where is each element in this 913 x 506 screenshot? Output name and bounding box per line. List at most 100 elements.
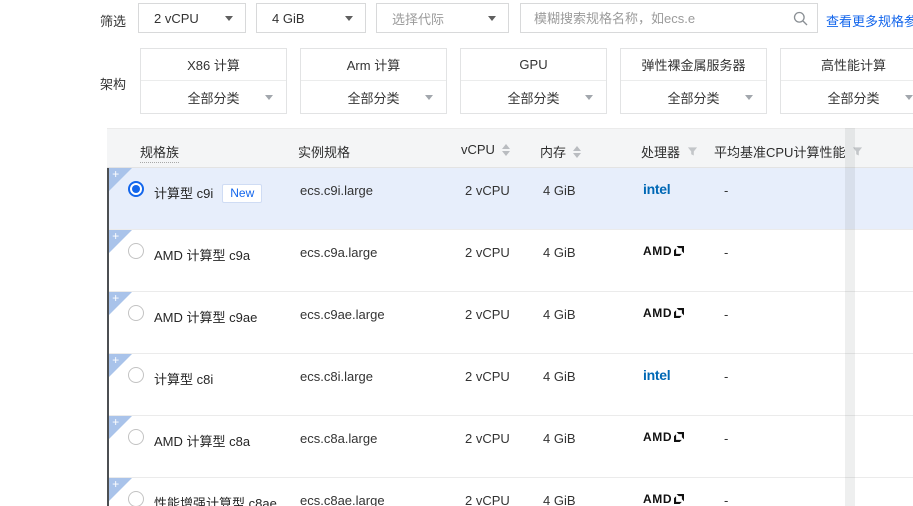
radio-c9ae[interactable] [128, 305, 144, 321]
search-icon[interactable] [793, 11, 808, 26]
memory-value: 4 GiB [543, 431, 576, 446]
vcpu-value: 2 vCPU [465, 369, 510, 384]
vcpu-value: 2 vCPU [465, 245, 510, 260]
sort-icon[interactable] [501, 143, 510, 156]
caret-down-icon [225, 15, 233, 21]
radio-c8ae[interactable] [128, 491, 144, 506]
filter-funnel-icon[interactable] [687, 146, 698, 157]
col-header-processor: 处理器 [641, 142, 698, 161]
vcpu-dropdown[interactable]: 2 vCPU [138, 3, 246, 33]
spec-value: ecs.c8a.large [300, 431, 378, 446]
baseline-value: - [724, 369, 729, 384]
table-row-c8a[interactable]: AMD 计算型 c8a ecs.c8a.large 2 vCPU 4 GiB A… [109, 415, 913, 478]
family-label: AMD 计算型 c9ae [154, 310, 258, 325]
filter-label: 筛选 [100, 14, 127, 29]
amd-arrow-icon [674, 494, 685, 504]
scrollbar-track[interactable] [845, 128, 855, 506]
view-more-specs-link[interactable]: 查看更多规格参数 [826, 11, 913, 30]
table-row-c8ae[interactable]: 性能增强计算型 c8ae ecs.c8ae.large 2 vCPU 4 GiB… [109, 477, 913, 506]
col-header-baseline: 平均基准CPU计算性能 [714, 142, 863, 161]
arch-card-hpc: 高性能计算 全部分类 [780, 48, 913, 114]
amd-logo: AMD [643, 430, 685, 444]
memory-value: 4 GiB [543, 493, 576, 506]
arch-category-value: 全部分类 [187, 91, 240, 106]
baseline-value: - [724, 307, 729, 322]
table-body: 计算型 c9iNew ecs.c9i.large 2 vCPU 4 GiB in… [107, 167, 913, 506]
arch-tab-x86[interactable]: X86 计算 [141, 49, 286, 81]
arch-card-baremetal: 弹性裸金属服务器 全部分类 [620, 48, 767, 114]
family-label: 计算型 c8i [154, 372, 214, 387]
family-label: 性能增强计算型 c8ae [154, 493, 277, 506]
caret-down-icon [345, 15, 353, 21]
new-badge: New [222, 184, 263, 203]
arch-category-value: 全部分类 [827, 91, 880, 106]
vcpu-value: 2 vCPU [465, 493, 510, 506]
vcpu-value: 2 vCPU [465, 183, 510, 198]
search-input[interactable] [521, 10, 793, 26]
col-header-family: 规格族 [140, 142, 180, 163]
radio-c9a[interactable] [128, 243, 144, 259]
arch-category-dropdown[interactable]: 全部分类 [141, 81, 286, 114]
arch-category-value: 全部分类 [347, 91, 400, 106]
spec-value: ecs.c8i.large [300, 369, 373, 384]
amd-logo: AMD [643, 306, 685, 320]
generation-dropdown[interactable]: 选择代际 [376, 3, 509, 33]
instance-type-picker: 筛选 2 vCPU 4 GiB 选择代际 查看更多规格参数 架构 X86 计算 … [0, 0, 913, 506]
memory-dropdown[interactable]: 4 GiB [256, 3, 366, 33]
table-row-c8i[interactable]: 计算型 c8i ecs.c8i.large 2 vCPU 4 GiB intel… [109, 353, 913, 416]
architecture-label: 架构 [100, 77, 127, 92]
spec-value: ecs.c9i.large [300, 183, 373, 198]
spec-table: 规格族 实例规格 vCPU 内存 处理器 平均基准CPU计算性能 + 计算型 c… [107, 128, 913, 506]
intel-logo: intel [643, 181, 671, 197]
vcpu-value: 2 vCPU [465, 307, 510, 322]
spec-search-box [520, 3, 818, 33]
arch-category-dropdown[interactable]: 全部分类 [461, 81, 606, 114]
amd-arrow-icon [674, 432, 685, 442]
baseline-value: - [724, 245, 729, 260]
arch-category-dropdown[interactable]: 全部分类 [301, 81, 446, 114]
memory-value: 4 GiB [543, 245, 576, 260]
intel-logo: intel [643, 367, 671, 383]
vcpu-value: 2 vCPU [465, 431, 510, 446]
arch-category-value: 全部分类 [667, 91, 720, 106]
memory-value: 4 GiB [543, 369, 576, 384]
memory-dropdown-value: 4 GiB [272, 10, 305, 26]
arch-card-gpu: GPU 全部分类 [460, 48, 607, 114]
table-row-c9ae[interactable]: AMD 计算型 c9ae ecs.c9ae.large 2 vCPU 4 GiB… [109, 291, 913, 354]
arch-card-x86: X86 计算 全部分类 [140, 48, 287, 114]
generation-dropdown-placeholder: 选择代际 [392, 11, 445, 27]
baseline-value: - [724, 183, 729, 198]
arch-tab-baremetal[interactable]: 弹性裸金属服务器 [621, 49, 766, 81]
table-row-c9a[interactable]: AMD 计算型 c9a ecs.c9a.large 2 vCPU 4 GiB A… [109, 229, 913, 292]
spec-value: ecs.c8ae.large [300, 493, 385, 506]
baseline-value: - [724, 431, 729, 446]
arch-category-dropdown[interactable]: 全部分类 [781, 81, 913, 114]
caret-down-icon [905, 95, 913, 100]
arch-category-dropdown[interactable]: 全部分类 [621, 81, 766, 114]
baseline-value: - [724, 493, 729, 506]
spec-value: ecs.c9ae.large [300, 307, 385, 322]
radio-c8a[interactable] [128, 429, 144, 445]
sort-icon[interactable] [573, 145, 582, 158]
col-header-spec: 实例规格 [298, 145, 351, 160]
table-row-c9i[interactable]: 计算型 c9iNew ecs.c9i.large 2 vCPU 4 GiB in… [109, 167, 913, 230]
arch-tab-gpu[interactable]: GPU [461, 49, 606, 81]
arch-tab-hpc[interactable]: 高性能计算 [781, 49, 913, 81]
table-header: 规格族 实例规格 vCPU 内存 处理器 平均基准CPU计算性能 [107, 128, 913, 168]
col-header-memory: 内存 [540, 142, 582, 161]
caret-down-icon [585, 95, 593, 100]
caret-down-icon [745, 95, 753, 100]
memory-value: 4 GiB [543, 183, 576, 198]
vcpu-dropdown-value: 2 vCPU [154, 10, 199, 26]
radio-c8i[interactable] [128, 367, 144, 383]
memory-value: 4 GiB [543, 307, 576, 322]
amd-logo: AMD [643, 244, 685, 258]
radio-c9i[interactable] [128, 181, 144, 197]
spec-value: ecs.c9a.large [300, 245, 378, 260]
arch-tab-arm[interactable]: Arm 计算 [301, 49, 446, 81]
col-header-vcpu: vCPU [461, 142, 510, 157]
arch-category-value: 全部分类 [507, 91, 560, 106]
family-label: AMD 计算型 c9a [154, 248, 251, 263]
amd-arrow-icon [674, 246, 685, 256]
caret-down-icon [488, 15, 496, 21]
